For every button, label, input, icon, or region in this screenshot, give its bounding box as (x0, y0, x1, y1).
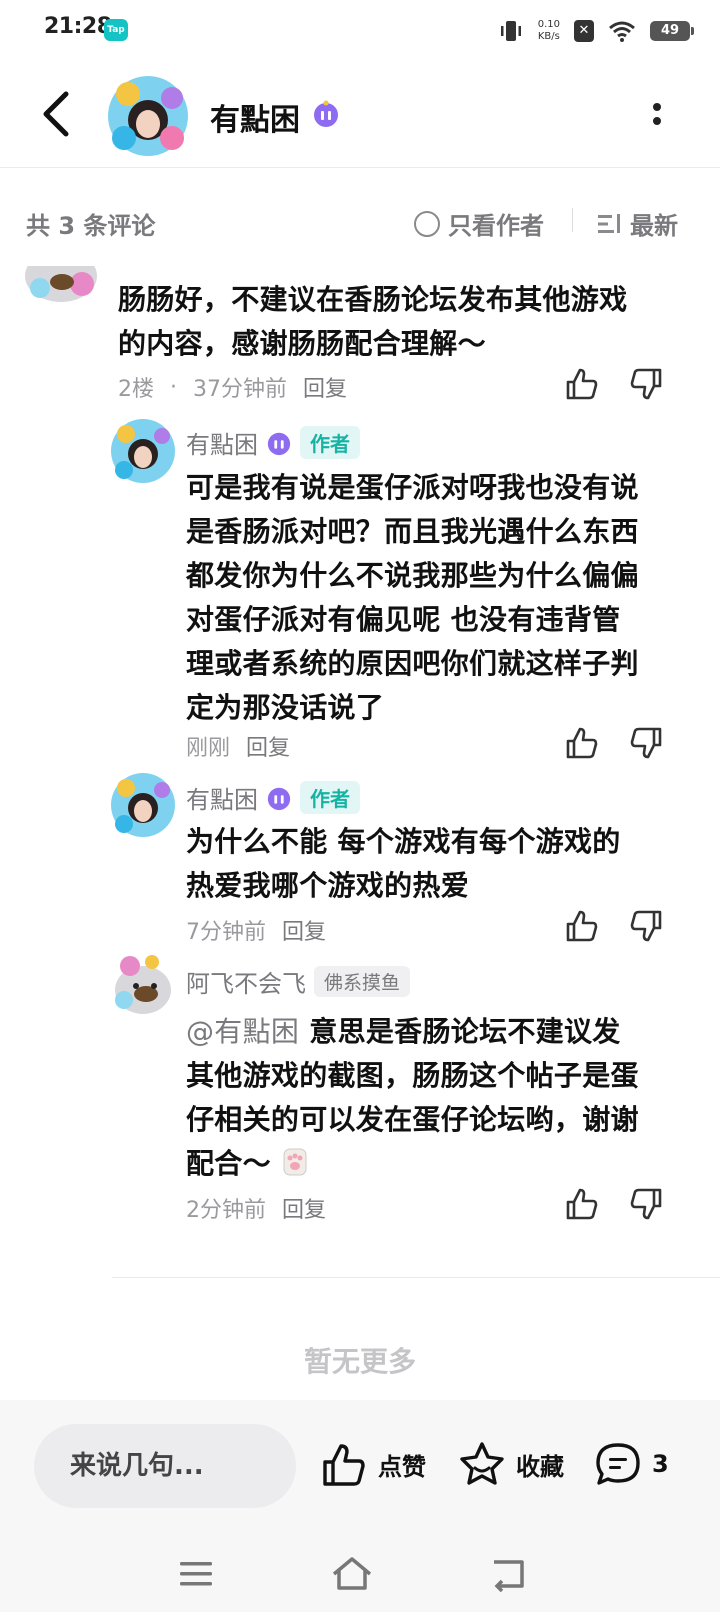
moderator-avatar[interactable] (22, 266, 100, 306)
status-time: 21:28 (44, 14, 112, 39)
reply-text: @有點困 意思是香肠论坛不建议发 其他游戏的截图，肠肠这个帖子是蛋 仔相关的可以… (186, 1015, 639, 1180)
thumbs-down-icon[interactable] (628, 908, 664, 944)
only-author-label: 只看作者 (448, 212, 544, 240)
level-badge-icon (267, 432, 291, 455)
comment-meta: 2楼 · 37分钟前 回复 (118, 371, 347, 403)
user-avatar[interactable] (106, 74, 190, 158)
reply-time: 刚刚 (186, 736, 231, 761)
user-title-tag: 佛系摸鱼 (314, 966, 411, 997)
thumbs-up-icon[interactable] (564, 366, 600, 402)
comment-filter-bar: 共 3 条评论 只看作者 最新 (0, 168, 720, 272)
header-username[interactable]: 有點困 (210, 95, 300, 139)
network-speed: 0.10 KB/s (537, 19, 560, 42)
thumbs-up-icon[interactable] (564, 725, 600, 761)
taptap-notification-icon: Tap (104, 19, 128, 41)
reply-text: 为什么不能 每个游戏有每个游戏的 热爱我哪个游戏的热爱 (186, 825, 621, 902)
comment-bubble-icon (596, 1443, 640, 1485)
battery-icon: 49 (650, 21, 694, 41)
bottom-action-bar: 来说几句... 点赞 收藏 3 (0, 1400, 720, 1540)
meta-dot: · (170, 374, 177, 400)
wifi-icon (609, 21, 635, 42)
sort-label: 最新 (630, 212, 678, 240)
reply-author: 有點困 作者 (186, 780, 360, 815)
cat-paw-emoji-icon (283, 1148, 307, 1176)
moderator-avatar[interactable] (110, 952, 176, 1018)
no-sim-icon: ✕ (574, 20, 594, 42)
sort-icon (598, 213, 620, 233)
author-name[interactable]: 有點困 (186, 425, 258, 460)
comment-count-badge: 3 (652, 1450, 669, 1478)
divider (572, 208, 573, 232)
author-tag: 作者 (300, 781, 360, 814)
status-bar: 21:28 Tap 0.10 KB/s ✕ 49 (0, 0, 720, 62)
thumbs-up-icon[interactable] (564, 1186, 600, 1222)
divider (112, 1277, 720, 1278)
vibrate-icon (500, 21, 521, 41)
back-arrow-icon[interactable] (36, 88, 80, 140)
comment-text: 肠肠好，不建议在香肠论坛发布其他游戏 的内容，感谢肠肠配合理解～ (118, 283, 628, 360)
more-options-button[interactable] (650, 98, 664, 134)
like-label: 点赞 (378, 1452, 426, 1481)
reply-meta: 2分钟前 回复 (186, 1192, 326, 1224)
back-icon[interactable] (488, 1554, 528, 1594)
thumbs-down-icon[interactable] (628, 366, 664, 402)
status-icons: 0.10 KB/s ✕ 49 (498, 14, 694, 48)
star-icon (460, 1442, 504, 1485)
dot-icon (653, 117, 661, 125)
reply-time: 7分钟前 (186, 920, 266, 945)
reply-button[interactable]: 回复 (246, 730, 290, 762)
reply-author: 阿飞不会飞 佛系摸鱼 (186, 964, 411, 999)
level-badge-icon (314, 100, 338, 127)
mention-link[interactable]: @有點困 (186, 1015, 299, 1048)
author-tag: 作者 (300, 426, 360, 459)
favorite-button[interactable]: 收藏 (458, 1440, 564, 1488)
like-button[interactable]: 点赞 (320, 1440, 426, 1488)
reply-avatar[interactable] (110, 418, 176, 484)
reply-button[interactable]: 回复 (303, 371, 347, 403)
thumbs-down-icon[interactable] (628, 725, 664, 761)
favorite-label: 收藏 (516, 1452, 564, 1481)
reply-text: 可是我有说是蛋仔派对呀我也没有说 是香肠派对吧？而且我光遇什么东西 都发你为什么… (186, 471, 639, 724)
radio-icon (414, 210, 440, 237)
thumbs-up-icon[interactable] (564, 908, 600, 944)
author-name[interactable]: 阿飞不会飞 (186, 964, 306, 999)
author-name[interactable]: 有點困 (186, 780, 258, 815)
reply-button[interactable]: 回复 (282, 1192, 326, 1224)
dot-icon (653, 103, 661, 111)
reply-avatar[interactable] (110, 772, 176, 838)
reply-meta: 刚刚 回复 (186, 730, 290, 762)
menu-icon[interactable] (176, 1554, 216, 1594)
reply-meta: 7分钟前 回复 (186, 914, 326, 946)
only-author-toggle[interactable]: 只看作者 (414, 206, 544, 241)
level-badge-icon (267, 787, 291, 810)
comment-time: 37分钟前 (193, 377, 287, 402)
comment-button[interactable]: 3 (594, 1440, 669, 1488)
reply-author: 有點困 作者 (186, 425, 360, 460)
reply-button[interactable]: 回复 (282, 914, 326, 946)
thumbs-up-icon (323, 1444, 365, 1486)
system-nav-bar (0, 1540, 720, 1612)
home-icon[interactable] (330, 1554, 374, 1594)
comment-input[interactable]: 来说几句... (34, 1424, 296, 1508)
comment-count: 共 3 条评论 (26, 212, 156, 240)
no-more-text: 暂无更多 (303, 1345, 416, 1378)
thumbs-down-icon[interactable] (628, 1186, 664, 1222)
reply-time: 2分钟前 (186, 1198, 266, 1223)
top-app-bar: 有點困 (0, 62, 720, 168)
sort-button[interactable]: 最新 (598, 206, 678, 241)
floor-number: 2楼 (118, 377, 154, 402)
